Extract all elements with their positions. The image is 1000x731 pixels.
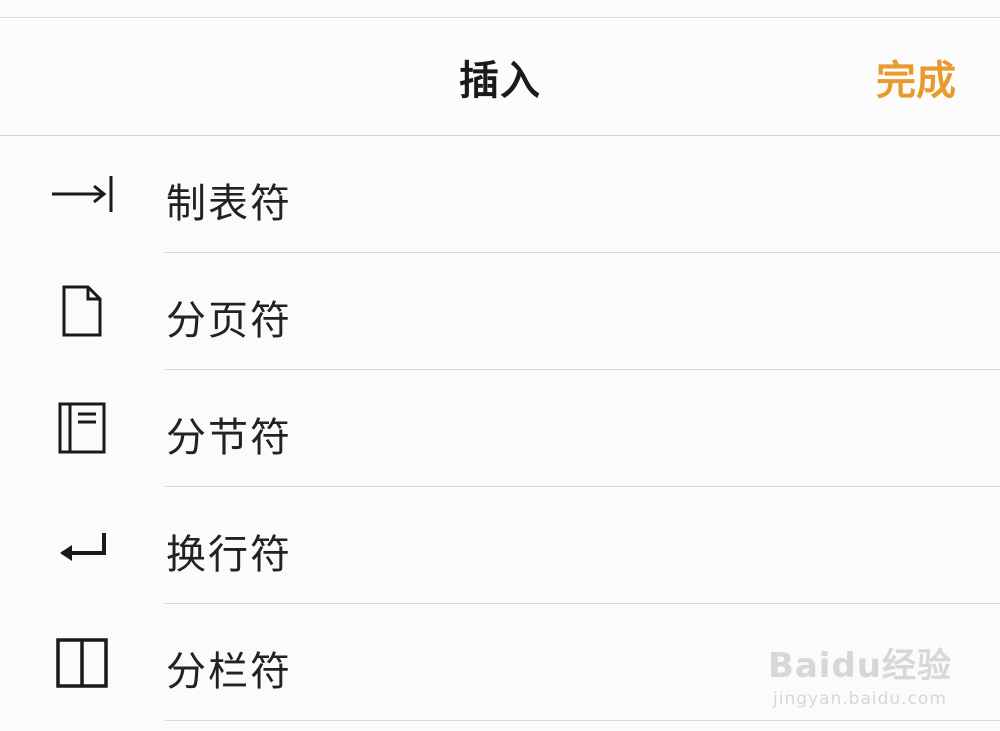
- columns-icon: [50, 632, 114, 692]
- list-item-section-break[interactable]: 分节符: [0, 370, 1000, 487]
- done-button[interactable]: 完成: [876, 48, 956, 106]
- return-arrow-icon: [50, 515, 114, 575]
- tab-arrow-icon: [50, 164, 114, 224]
- page-title: 插入: [459, 58, 541, 104]
- list-item-line-break[interactable]: 换行符: [0, 487, 1000, 604]
- insert-list: 制表符 分页符 分节符 换行符 分栏符: [0, 136, 1000, 721]
- page-icon: [50, 281, 114, 341]
- list-item-label: 换行符: [166, 532, 292, 578]
- navigation-bar: 插入 完成: [0, 18, 1000, 136]
- list-item-column-break[interactable]: 分栏符: [0, 604, 1000, 721]
- list-item-tab[interactable]: 制表符: [0, 136, 1000, 253]
- list-item-label: 制表符: [166, 181, 292, 227]
- row-divider: [165, 720, 1000, 721]
- list-item-label: 分栏符: [166, 649, 292, 695]
- list-item-label: 分节符: [166, 415, 292, 461]
- list-item-label: 分页符: [166, 298, 292, 344]
- list-item-page-break[interactable]: 分页符: [0, 253, 1000, 370]
- section-icon: [50, 398, 114, 458]
